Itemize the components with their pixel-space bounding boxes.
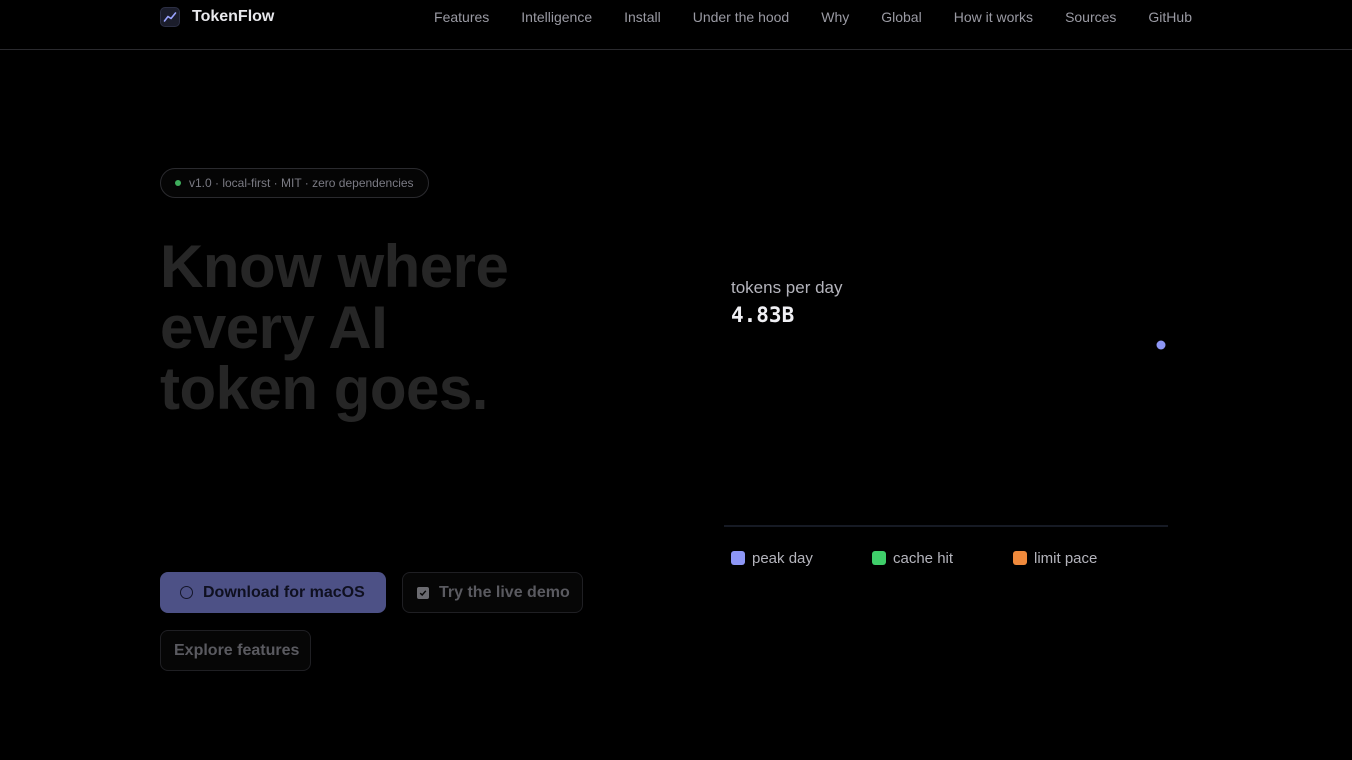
headline-line-3: token goes. <box>160 355 488 422</box>
landing-page: TokenFlow Features Intelligence Install … <box>0 0 1352 760</box>
nav-link-intelligence[interactable]: Intelligence <box>521 9 592 25</box>
download-macos-label: Download for macOS <box>203 583 365 601</box>
headline-line-1: Know where <box>160 233 509 300</box>
status-dot-icon <box>175 180 181 186</box>
nav-link-features[interactable]: Features <box>434 9 489 25</box>
nav-links: Features Intelligence Install Under the … <box>434 6 1192 28</box>
version-badge: v1.0 · local-first · MIT · zero dependen… <box>160 168 429 198</box>
legend-swatch-cache-hit <box>872 551 886 565</box>
nav-link-under-the-hood[interactable]: Under the hood <box>693 9 790 25</box>
legend-item-cache-hit: cache hit <box>872 550 1013 567</box>
legend-label-limit-pace: limit pace <box>1034 549 1098 567</box>
nav-link-how-it-works[interactable]: How it works <box>954 9 1033 25</box>
brand[interactable]: TokenFlow <box>160 6 274 28</box>
brand-name: TokenFlow <box>192 8 275 25</box>
hero-headline: Know where every AI token goes. <box>160 236 580 419</box>
live-demo-label: Try the live demo <box>439 583 570 601</box>
legend-item-limit-pace: limit pace <box>1013 550 1154 567</box>
tokens-chart <box>724 340 1168 527</box>
version-badge-text: v1.0 · local-first · MIT · zero dependen… <box>189 176 414 190</box>
apple-icon <box>180 586 193 599</box>
nav-link-github[interactable]: GitHub <box>1148 9 1192 25</box>
checkbox-icon <box>417 586 429 599</box>
nav-link-global[interactable]: Global <box>881 9 921 25</box>
live-demo-button[interactable]: Try the live demo <box>402 572 583 613</box>
chart-endpoint-dot <box>1156 340 1166 350</box>
nav-link-sources[interactable]: Sources <box>1065 9 1116 25</box>
chart-legend: peak day cache hit limit pace <box>731 548 1154 568</box>
legend-item-peak-day: peak day <box>731 550 872 567</box>
download-macos-button[interactable]: Download for macOS <box>160 572 386 613</box>
explore-features-label: Explore features <box>174 641 300 659</box>
legend-label-cache-hit: cache hit <box>893 549 954 567</box>
legend-swatch-peak-day <box>731 551 745 565</box>
trend-chart-icon <box>160 7 180 27</box>
explore-features-button[interactable]: Explore features <box>160 630 311 671</box>
nav-link-why[interactable]: Why <box>821 9 849 25</box>
chart-value: 4.83B <box>731 303 795 327</box>
legend-swatch-limit-pace <box>1013 551 1027 565</box>
legend-label-peak-day: peak day <box>752 549 813 567</box>
headline-line-2: every AI <box>160 294 388 361</box>
nav-link-install[interactable]: Install <box>624 9 661 25</box>
chart-label: tokens per day <box>731 278 843 297</box>
top-nav: TokenFlow Features Intelligence Install … <box>0 0 1352 50</box>
